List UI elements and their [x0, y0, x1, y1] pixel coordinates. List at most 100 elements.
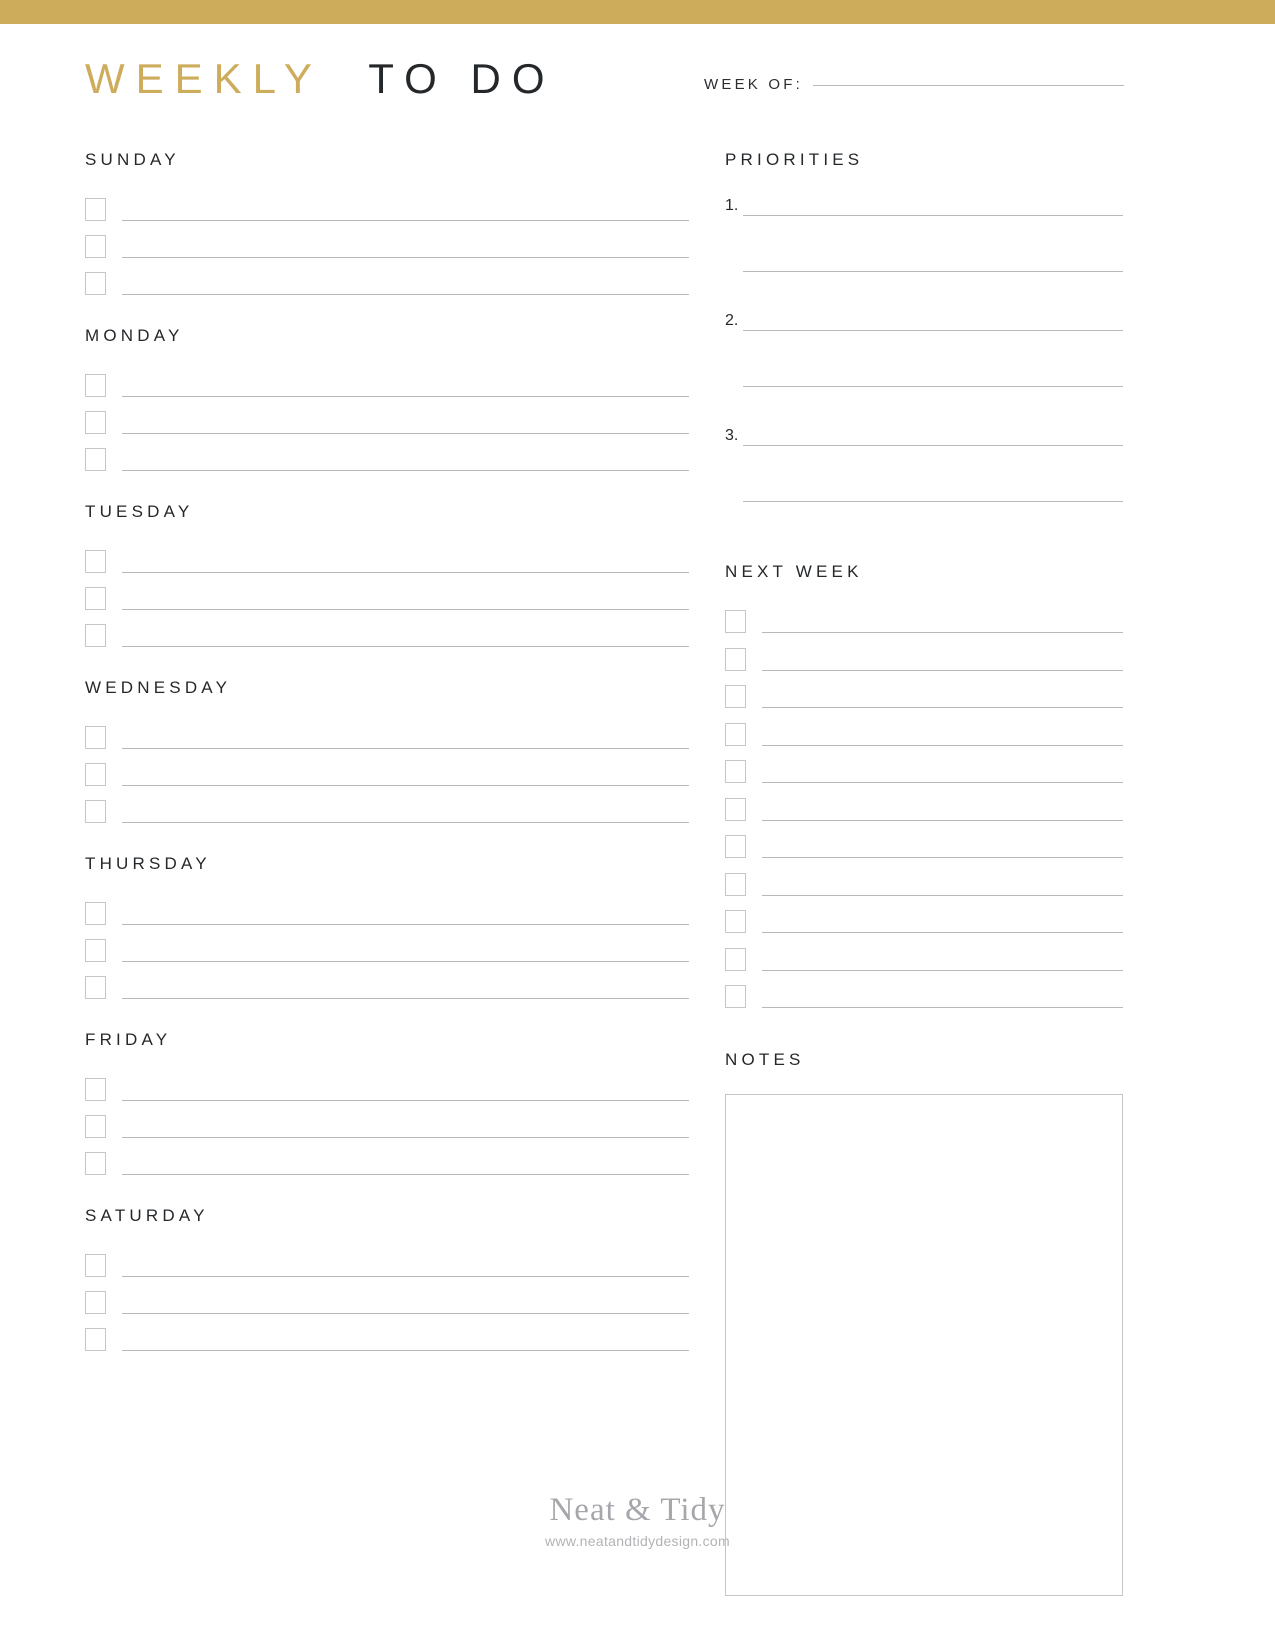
- next-week-checkbox[interactable]: [725, 797, 746, 821]
- task-writing-line[interactable]: [122, 572, 689, 573]
- next-week-checkbox[interactable]: [725, 647, 746, 671]
- next-week-writing-line[interactable]: [762, 932, 1123, 933]
- task-checkbox[interactable]: [85, 763, 106, 786]
- priority-continuation-line[interactable]: [743, 271, 1123, 272]
- next-week-checkbox[interactable]: [725, 872, 746, 896]
- day-heading: THURSDAY: [85, 854, 211, 873]
- next-week-checkbox[interactable]: [725, 947, 746, 971]
- next-week-writing-line[interactable]: [762, 969, 1123, 971]
- task-writing-line[interactable]: [122, 220, 689, 221]
- day-heading: WEDNESDAY: [85, 678, 232, 697]
- task-checkbox[interactable]: [85, 1115, 106, 1138]
- task-checkbox[interactable]: [85, 902, 106, 925]
- task-writing-line[interactable]: [122, 1313, 689, 1314]
- task-checkbox[interactable]: [85, 800, 106, 823]
- priority-writing-line[interactable]: [743, 445, 1123, 446]
- task-checkbox[interactable]: [85, 624, 106, 647]
- days-column: SUNDAY MONDAY TUESDAY WEDNESDAY THURSDAY FRID…: [85, 150, 689, 1361]
- priority-writing-line[interactable]: [743, 330, 1123, 331]
- day-task-list: [85, 1077, 689, 1185]
- task-checkbox[interactable]: [85, 411, 106, 434]
- task-writing-line[interactable]: [122, 924, 689, 925]
- task-writing-line[interactable]: [122, 609, 689, 610]
- priority-row: 3.: [725, 425, 1123, 463]
- task-writing-line[interactable]: [122, 1137, 689, 1138]
- priority-continuation-line[interactable]: [743, 501, 1123, 502]
- week-of-field[interactable]: WEEK OF:: [704, 76, 1124, 93]
- task-writing-line[interactable]: [122, 1276, 689, 1277]
- next-week-writing-line[interactable]: [762, 707, 1123, 708]
- task-checkbox[interactable]: [85, 726, 106, 749]
- next-week-writing-line[interactable]: [762, 1007, 1123, 1008]
- next-week-checkbox[interactable]: [725, 722, 746, 746]
- task-writing-line[interactable]: [122, 470, 689, 471]
- task-row: [85, 447, 689, 481]
- task-writing-line[interactable]: [122, 396, 689, 397]
- task-writing-line[interactable]: [122, 1350, 689, 1351]
- day-heading: SUNDAY: [85, 150, 180, 169]
- next-week-writing-line[interactable]: [762, 744, 1123, 746]
- task-checkbox[interactable]: [85, 1078, 106, 1101]
- next-week-checkbox[interactable]: [725, 760, 746, 783]
- task-checkbox[interactable]: [85, 235, 106, 258]
- priority-number: 1.: [725, 197, 739, 214]
- task-row: [85, 373, 689, 410]
- next-week-writing-line[interactable]: [762, 782, 1123, 783]
- task-checkbox[interactable]: [85, 939, 106, 962]
- day-task-list: [85, 725, 689, 833]
- priorities-heading: PRIORITIES: [725, 150, 864, 169]
- task-writing-line[interactable]: [122, 998, 689, 999]
- next-week-row: [725, 834, 1123, 872]
- weekly-todo-planner-page: WEEKLY TO DO WEEK OF: SUNDAY MONDAY TUESDA…: [0, 0, 1275, 1650]
- task-checkbox[interactable]: [85, 976, 106, 999]
- next-week-writing-line[interactable]: [762, 857, 1123, 858]
- next-week-checkbox[interactable]: [725, 835, 746, 858]
- task-checkbox[interactable]: [85, 587, 106, 610]
- task-writing-line[interactable]: [122, 748, 689, 749]
- task-checkbox[interactable]: [85, 1254, 106, 1277]
- next-week-checkbox[interactable]: [725, 985, 746, 1008]
- task-writing-line[interactable]: [122, 1174, 689, 1175]
- task-row: [85, 762, 689, 799]
- task-writing-line[interactable]: [122, 294, 689, 295]
- task-row: [85, 549, 689, 586]
- priority-continuation-line[interactable]: [743, 386, 1123, 387]
- task-checkbox[interactable]: [85, 374, 106, 397]
- next-week-checkbox[interactable]: [725, 685, 746, 708]
- next-week-checkbox[interactable]: [725, 910, 746, 933]
- day-heading: FRIDAY: [85, 1030, 172, 1049]
- day-block: SATURDAY: [85, 1206, 689, 1361]
- task-writing-line[interactable]: [122, 961, 689, 962]
- task-writing-line[interactable]: [122, 257, 689, 258]
- task-checkbox[interactable]: [85, 1152, 106, 1175]
- next-week-writing-line[interactable]: [762, 669, 1123, 671]
- next-week-heading: NEXT WEEK: [725, 562, 863, 581]
- task-checkbox[interactable]: [85, 198, 106, 221]
- task-writing-line[interactable]: [122, 1100, 689, 1101]
- task-checkbox[interactable]: [85, 1328, 106, 1351]
- task-row: [85, 1114, 689, 1151]
- next-week-writing-line[interactable]: [762, 894, 1123, 896]
- task-row: [85, 197, 689, 234]
- task-writing-line[interactable]: [122, 785, 689, 786]
- next-week-checkbox[interactable]: [725, 610, 746, 633]
- task-writing-line[interactable]: [122, 646, 689, 647]
- next-week-writing-line[interactable]: [762, 819, 1123, 821]
- day-heading: TUESDAY: [85, 502, 194, 521]
- task-writing-line[interactable]: [122, 822, 689, 823]
- right-column: PRIORITIES 1. 2. 3. NEXT WEEK NOTES: [725, 150, 1123, 1596]
- task-row: [85, 1151, 689, 1185]
- week-of-writing-line[interactable]: [812, 85, 1124, 86]
- next-week-writing-line[interactable]: [762, 632, 1123, 633]
- task-checkbox[interactable]: [85, 550, 106, 573]
- next-week-row: [725, 909, 1123, 947]
- task-row: [85, 271, 689, 305]
- task-checkbox[interactable]: [85, 448, 106, 471]
- page-title-gold-word: WEEKLY: [85, 55, 323, 102]
- task-checkbox[interactable]: [85, 272, 106, 295]
- day-task-list: [85, 1253, 689, 1361]
- priority-writing-line[interactable]: [743, 215, 1123, 216]
- task-writing-line[interactable]: [122, 433, 689, 434]
- priority-continuation-row: [743, 271, 1123, 310]
- task-checkbox[interactable]: [85, 1291, 106, 1314]
